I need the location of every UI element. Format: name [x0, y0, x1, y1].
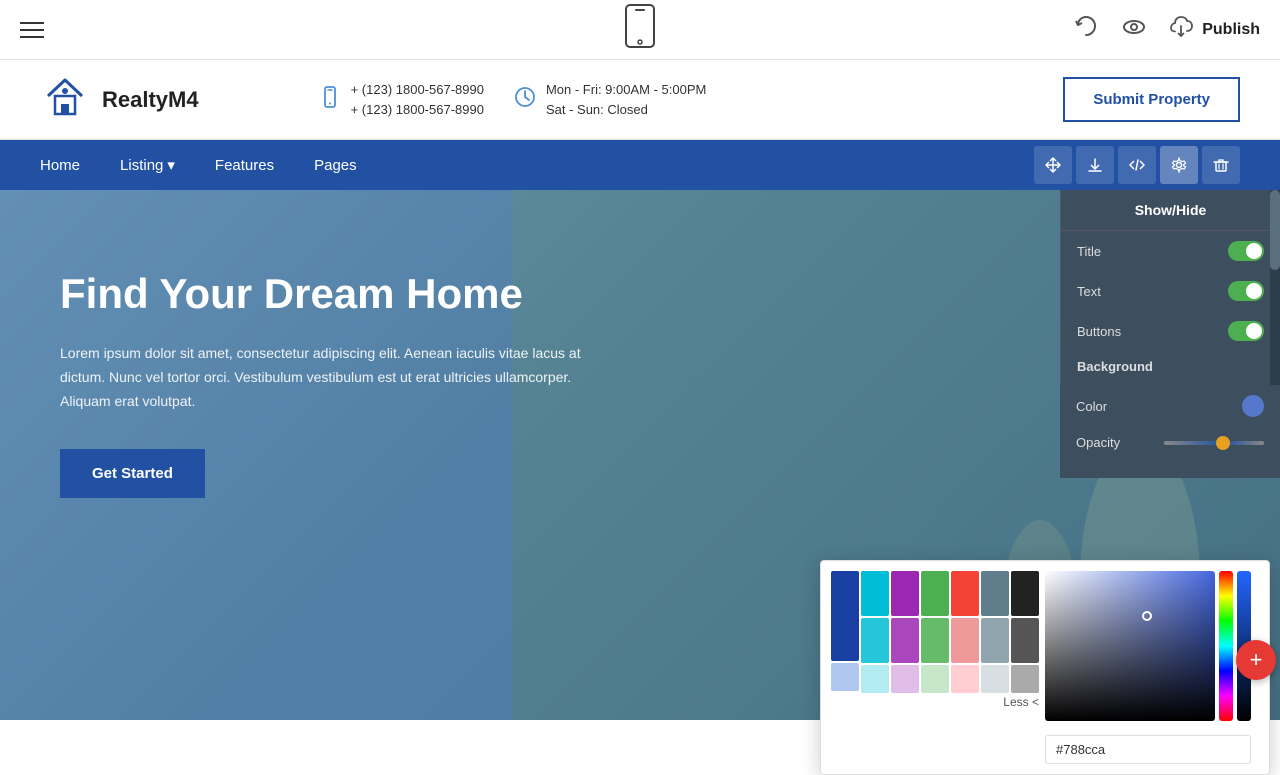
- download-tool-button[interactable]: [1076, 146, 1114, 184]
- color-gradient[interactable]: [1045, 571, 1215, 721]
- publish-label: Publish: [1202, 21, 1260, 39]
- color-swatch[interactable]: [1242, 395, 1264, 417]
- nav-bar: Home Listing ▾ Features Pages: [0, 140, 1280, 190]
- toolbar-left: [20, 22, 44, 38]
- hue-strip[interactable]: [1219, 571, 1233, 721]
- nav-pages[interactable]: Pages: [314, 157, 357, 174]
- text-toggle-label: Text: [1077, 284, 1101, 299]
- color-picker-inner: Less <: [831, 571, 1259, 764]
- contact-info: + (123) 1800-567-8990 + (123) 1800-567-8…: [319, 80, 707, 119]
- add-fab-button[interactable]: +: [1236, 640, 1276, 680]
- swatch-lightcyan[interactable]: [861, 665, 889, 693]
- phone-text: + (123) 1800-567-8990 + (123) 1800-567-8…: [351, 80, 484, 119]
- swatch-cyan2[interactable]: [861, 618, 889, 663]
- trash-tool-button[interactable]: [1202, 146, 1240, 184]
- hours-text: Mon - Fri: 9:00AM - 5:00PM Sat - Sun: Cl…: [546, 80, 706, 119]
- swatch-purple[interactable]: [891, 571, 919, 616]
- swatch-green2[interactable]: [921, 618, 949, 663]
- logo-area: RealtyM4: [40, 72, 199, 127]
- buttons-toggle[interactable]: [1228, 321, 1264, 341]
- buttons-toggle-label: Buttons: [1077, 324, 1121, 339]
- site-header: RealtyM4 + (123) 1800-567-8990 + (123) 1…: [0, 60, 1280, 140]
- hero-text: Lorem ipsum dolor sit amet, consectetur …: [60, 342, 620, 413]
- hero-title: Find Your Dream Home: [60, 270, 620, 318]
- swatch-lightgreen[interactable]: [921, 665, 949, 693]
- main-content: Find Your Dream Home Lorem ipsum dolor s…: [0, 190, 1280, 720]
- publish-button[interactable]: Publish: [1168, 16, 1260, 43]
- top-toolbar: Publish: [0, 0, 1280, 60]
- swatch-grey2[interactable]: [981, 618, 1009, 663]
- toolbar-right: Publish: [1072, 13, 1260, 47]
- menu-icon[interactable]: [20, 22, 44, 38]
- undo-icon[interactable]: [1072, 13, 1100, 47]
- swatch-grey[interactable]: [981, 571, 1009, 616]
- title-toggle[interactable]: [1228, 241, 1264, 261]
- nav-listing[interactable]: Listing ▾: [120, 156, 175, 174]
- hex-input[interactable]: [1045, 735, 1251, 764]
- showhide-panel: Show/Hide Title Text Buttons Background: [1060, 190, 1280, 385]
- nav-toolbar: [1034, 146, 1240, 184]
- phone-contact: + (123) 1800-567-8990 + (123) 1800-567-8…: [319, 80, 484, 119]
- chevron-down-icon: ▾: [167, 156, 175, 174]
- title-toggle-label: Title: [1077, 244, 1101, 259]
- move-tool-button[interactable]: [1034, 146, 1072, 184]
- swatch-green[interactable]: [921, 571, 949, 616]
- scroll-track: [1270, 190, 1280, 385]
- swatch-black[interactable]: [1011, 571, 1039, 616]
- toolbar-center: [624, 4, 656, 55]
- gradient-picker-area: [1045, 571, 1251, 764]
- text-toggle[interactable]: [1228, 281, 1264, 301]
- phone-icon: [319, 86, 341, 114]
- buttons-toggle-row: Buttons: [1061, 311, 1280, 351]
- showhide-title: Show/Hide: [1061, 190, 1280, 231]
- background-label: Background: [1061, 351, 1280, 378]
- bottom-panel: Color Opacity: [1060, 385, 1280, 478]
- phone-preview-icon[interactable]: [624, 4, 656, 55]
- scroll-thumb[interactable]: [1270, 190, 1280, 270]
- hero-content: Find Your Dream Home Lorem ipsum dolor s…: [0, 190, 680, 578]
- eye-icon[interactable]: [1120, 13, 1148, 47]
- get-started-button[interactable]: Get Started: [60, 449, 205, 498]
- settings-tool-button[interactable]: [1160, 146, 1198, 184]
- hours-contact: Mon - Fri: 9:00AM - 5:00PM Sat - Sun: Cl…: [514, 80, 706, 119]
- color-label: Color: [1076, 399, 1107, 414]
- swatch-cyan[interactable]: [861, 571, 889, 616]
- less-button[interactable]: Less <: [831, 695, 1039, 709]
- color-row: Color: [1060, 385, 1280, 427]
- swatch-lightred[interactable]: [951, 665, 979, 693]
- gradient-selector-dot: [1142, 611, 1152, 621]
- swatch-medgrey[interactable]: [1011, 665, 1039, 693]
- logo-text: RealtyM4: [102, 87, 199, 113]
- text-toggle-row: Text: [1061, 271, 1280, 311]
- nav-home[interactable]: Home: [40, 157, 80, 174]
- swatch-darkgrey[interactable]: [1011, 618, 1039, 663]
- opacity-row: Opacity: [1060, 427, 1280, 458]
- logo-icon: [40, 72, 90, 127]
- clock-icon: [514, 86, 536, 114]
- publish-cloud-icon: [1168, 16, 1194, 43]
- title-toggle-row: Title: [1061, 231, 1280, 271]
- swatch-lightblue[interactable]: [831, 663, 859, 691]
- opacity-slider[interactable]: [1164, 441, 1264, 445]
- swatch-blue[interactable]: [831, 571, 859, 661]
- nav-features[interactable]: Features: [215, 157, 274, 174]
- opacity-label: Opacity: [1076, 435, 1120, 450]
- submit-property-button[interactable]: Submit Property: [1063, 77, 1240, 122]
- color-picker-panel: Less <: [820, 560, 1270, 775]
- code-tool-button[interactable]: [1118, 146, 1156, 184]
- swatch-lightpurple[interactable]: [891, 665, 919, 693]
- swatch-red2[interactable]: [951, 618, 979, 663]
- color-swatches-area: Less <: [831, 571, 1039, 764]
- swatch-purple2[interactable]: [891, 618, 919, 663]
- swatch-lightgrey[interactable]: [981, 665, 1009, 693]
- swatch-red[interactable]: [951, 571, 979, 616]
